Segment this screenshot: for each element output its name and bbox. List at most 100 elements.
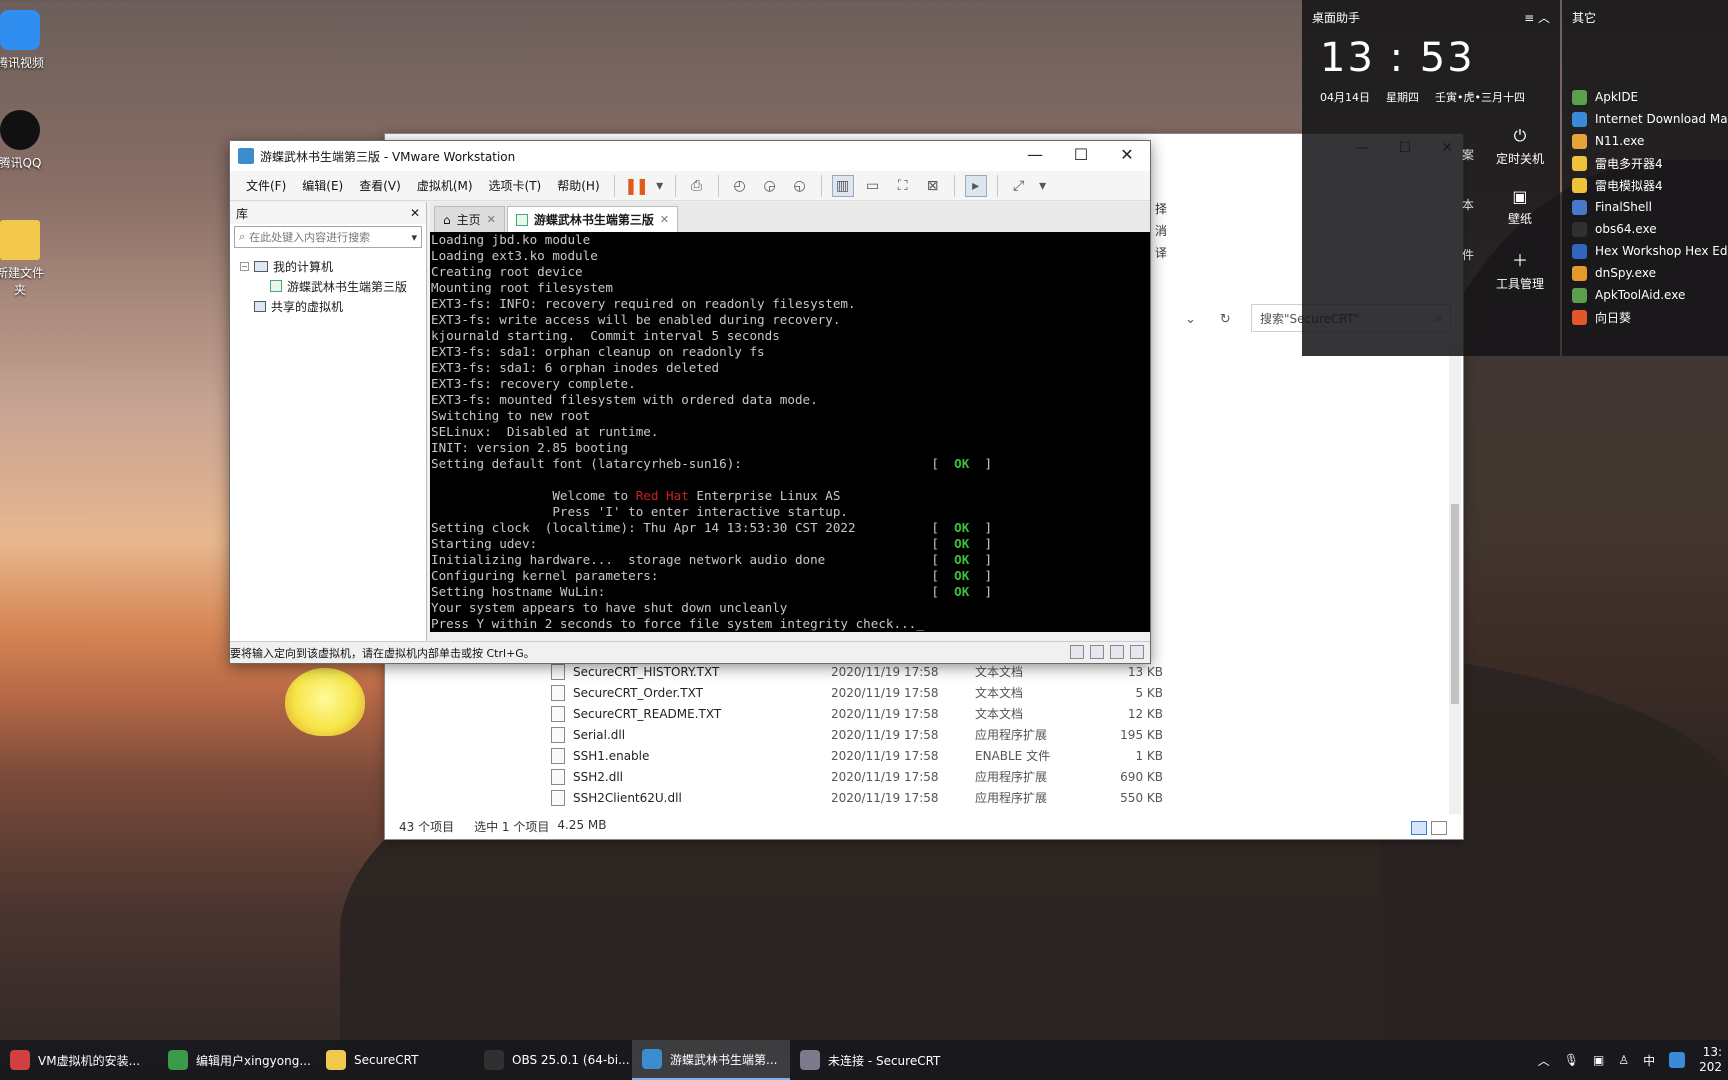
close-icon[interactable]: ✕ bbox=[660, 213, 669, 226]
chevron-down-icon[interactable]: ⌄ bbox=[1185, 312, 1196, 327]
close-icon[interactable]: ✕ bbox=[487, 213, 496, 226]
user-icon[interactable]: ♙ bbox=[1618, 1053, 1629, 1067]
app-shortcut[interactable]: N11.exe bbox=[1572, 130, 1728, 152]
network-icon[interactable]: ▣ bbox=[1593, 1053, 1604, 1067]
show-library-icon[interactable]: ▥ bbox=[831, 174, 854, 197]
qq-tray-icon[interactable] bbox=[1669, 1052, 1686, 1068]
taskbar-item[interactable]: VM虚拟机的安装... bbox=[0, 1040, 158, 1080]
assistant-tools: ⏻ 定时关机 ▣ 壁纸 ＋ 工具管理 bbox=[1482, 126, 1558, 292]
revert-snapshot-icon[interactable]: ◶ bbox=[759, 175, 781, 197]
app-shortcut[interactable]: dnSpy.exe bbox=[1572, 262, 1728, 284]
scrollbar-thumb[interactable] bbox=[1451, 504, 1459, 704]
file-size: 13 KB bbox=[1127, 664, 1163, 679]
tree-node-my-computer[interactable]: − 我的计算机 bbox=[240, 256, 426, 276]
tiles-view-icon[interactable] bbox=[1431, 821, 1447, 835]
desktop-assistant-widget: 桌面助手 ≡ ︿ 13 : 53 04月14日 星期四 壬寅•虎•三月十四 案 … bbox=[1302, 0, 1560, 356]
taskbar-item-label: VM虚拟机的安装... bbox=[38, 1053, 141, 1068]
menu-vm[interactable]: 虚拟机(M) bbox=[409, 177, 481, 194]
file-name: SecureCRT_HISTORY.TXT bbox=[573, 664, 720, 679]
vmware-titlebar[interactable]: 游蝶武林书生端第三版 - VMware Workstation — ☐ ✕ bbox=[230, 141, 1150, 171]
app-shortcut[interactable]: 向日葵 bbox=[1572, 306, 1728, 328]
thumbnail-bar-icon[interactable]: ▭ bbox=[862, 175, 884, 197]
app-shortcut[interactable]: Internet Download Ma bbox=[1572, 108, 1728, 130]
taskbar-item[interactable]: OBS 25.0.1 (64-bi... bbox=[474, 1040, 632, 1080]
sound-icon[interactable] bbox=[1110, 645, 1124, 659]
file-icon bbox=[551, 663, 565, 680]
pause-icon[interactable]: ❚❚ bbox=[624, 175, 649, 197]
refresh-icon[interactable]: ↻ bbox=[1220, 312, 1231, 327]
tab-vm[interactable]: 游蝶武林书生端第三版 ✕ bbox=[506, 206, 679, 232]
scheduled-shutdown-button[interactable]: ⏻ 定时关机 bbox=[1496, 126, 1544, 167]
file-date: 2020/11/19 17:58 bbox=[831, 790, 939, 805]
view-toggle[interactable] bbox=[1411, 821, 1447, 835]
app-shortcut[interactable]: FinalShell bbox=[1572, 196, 1728, 218]
app-shortcut[interactable]: ApkIDE bbox=[1572, 86, 1728, 108]
network-icon[interactable] bbox=[1090, 645, 1104, 659]
file-row[interactable]: Serial.dll 2020/11/19 17:58 应用程序扩展 195 KB bbox=[545, 724, 1425, 745]
taskbar-clock[interactable]: 13: 202 bbox=[1699, 1045, 1722, 1075]
taskbar-item[interactable]: 游蝶武林书生端第... bbox=[632, 1040, 790, 1080]
chevron-up-icon[interactable]: ︿ bbox=[1538, 1052, 1550, 1069]
minimize-icon[interactable]: — bbox=[1012, 145, 1058, 164]
stretch-icon[interactable]: ⤢ bbox=[1008, 175, 1030, 197]
app-shortcut[interactable]: Hex Workshop Hex Ed bbox=[1572, 240, 1728, 262]
tree-node-vm[interactable]: 游蝶武林书生端第三版 bbox=[240, 276, 426, 296]
chevron-down-icon[interactable]: ▾ bbox=[655, 175, 665, 197]
details-view-icon[interactable] bbox=[1411, 821, 1427, 835]
hard-disk-icon[interactable] bbox=[1070, 645, 1084, 659]
vmware-statusbar: 要将输入定向到该虚拟机，请在虚拟机内部单击或按 Ctrl+G。 bbox=[230, 641, 1150, 663]
power-icon: ⏻ bbox=[1513, 126, 1527, 145]
fullscreen-icon[interactable]: ⛶ bbox=[892, 175, 914, 197]
menu-icon[interactable]: ≡ ︿ bbox=[1524, 9, 1550, 26]
taskbar-item[interactable]: 未连接 - SecureCRT bbox=[790, 1040, 948, 1080]
taskbar-item[interactable]: SecureCRT bbox=[316, 1040, 474, 1080]
file-row[interactable]: SecureCRT_Order.TXT 2020/11/19 17:58 文本文档 5… bbox=[545, 682, 1425, 703]
scrollbar[interactable] bbox=[1449, 344, 1461, 814]
message-icon[interactable] bbox=[1130, 645, 1144, 659]
send-ctrl-alt-del-icon[interactable]: ⎙ bbox=[686, 175, 708, 197]
vmware-window[interactable]: 游蝶武林书生端第三版 - VMware Workstation — ☐ ✕ 文件… bbox=[229, 140, 1151, 664]
close-icon[interactable]: ✕ bbox=[1104, 145, 1150, 164]
microphone-icon[interactable]: 🎙 bbox=[1564, 1053, 1579, 1067]
vm-console[interactable]: Loading jbd.ko module Loading ext3.ko mo… bbox=[430, 232, 1150, 632]
maximize-icon[interactable]: ☐ bbox=[1058, 145, 1104, 164]
tab-home[interactable]: ⌂ 主页 ✕ bbox=[434, 206, 505, 232]
library-search-input[interactable]: ⌕ 在此处键入内容进行搜索 ▾ bbox=[234, 226, 422, 248]
menu-tabs[interactable]: 选项卡(T) bbox=[481, 177, 550, 194]
toolbar-divider bbox=[613, 174, 615, 197]
ok-status: OK bbox=[954, 568, 970, 583]
desktop-icon-qq[interactable]: 腾讯QQ bbox=[0, 110, 46, 171]
chevron-down-icon[interactable]: ▾ bbox=[1038, 175, 1048, 197]
file-row[interactable]: SSH2Client62U.dll 2020/11/19 17:58 应用程序扩展 5… bbox=[545, 787, 1425, 808]
collapse-icon[interactable]: − bbox=[240, 261, 249, 271]
tree-node-shared[interactable]: 共享的虚拟机 bbox=[240, 296, 426, 316]
file-row[interactable]: SecureCRT_HISTORY.TXT 2020/11/19 17:58 文本文… bbox=[545, 661, 1425, 682]
snapshot-icon[interactable]: ◴ bbox=[729, 175, 751, 197]
console-view-icon[interactable]: ▸ bbox=[964, 174, 987, 197]
app-shortcut[interactable]: ApkToolAid.exe bbox=[1572, 284, 1728, 306]
menu-edit[interactable]: 编辑(E) bbox=[294, 177, 351, 194]
file-row[interactable]: SSH1.enable 2020/11/19 17:58 ENABLE 文件 1 KB bbox=[545, 745, 1425, 766]
ime-indicator[interactable]: 中 bbox=[1643, 1052, 1655, 1069]
close-icon[interactable]: ✕ bbox=[410, 206, 420, 220]
app-shortcut[interactable]: 雷电模拟器4 bbox=[1572, 174, 1728, 196]
tool-manager-button[interactable]: ＋ 工具管理 bbox=[1496, 247, 1544, 292]
file-date: 2020/11/19 17:58 bbox=[831, 664, 939, 679]
qq-icon bbox=[0, 110, 40, 150]
menu-help[interactable]: 帮助(H) bbox=[549, 177, 607, 194]
file-row[interactable]: SSH2.dll 2020/11/19 17:58 应用程序扩展 690 KB bbox=[545, 766, 1425, 787]
app-shortcut[interactable]: obs64.exe bbox=[1572, 218, 1728, 240]
chevron-down-icon[interactable]: ▾ bbox=[411, 231, 417, 244]
wallpaper-button[interactable]: ▣ 壁纸 bbox=[1508, 187, 1532, 227]
app-shortcut[interactable]: 雷电多开器4 bbox=[1572, 152, 1728, 174]
taskbar-item-label: SecureCRT bbox=[354, 1053, 419, 1067]
unity-icon[interactable]: ⊠ bbox=[922, 175, 944, 197]
menu-file[interactable]: 文件(F) bbox=[238, 177, 294, 194]
desktop-icon-new-folder[interactable]: 新建文件夹 bbox=[0, 220, 46, 298]
desktop-icon-tencent-video[interactable]: 腾讯视频 bbox=[0, 10, 46, 71]
menu-view[interactable]: 查看(V) bbox=[351, 177, 409, 194]
app-icon bbox=[1572, 89, 1587, 105]
file-row[interactable]: SecureCRT_README.TXT 2020/11/19 17:58 文本文档… bbox=[545, 703, 1425, 724]
taskbar-item[interactable]: 编辑用户xingyong... bbox=[158, 1040, 316, 1080]
snapshot-manager-icon[interactable]: ◵ bbox=[789, 175, 811, 197]
